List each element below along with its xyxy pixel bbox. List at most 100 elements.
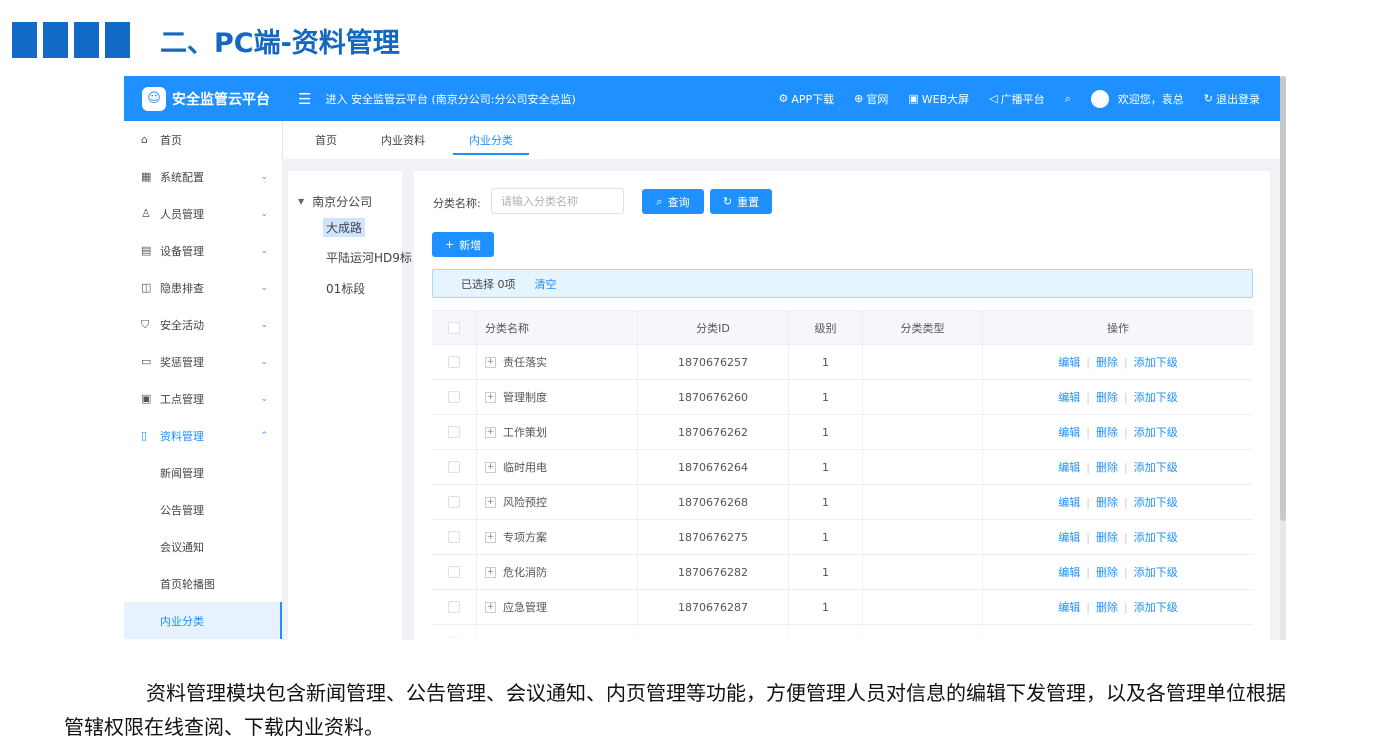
edit-link[interactable]: 编辑 xyxy=(1058,599,1080,615)
row-checkbox[interactable] xyxy=(448,636,460,640)
row-name-cell: + 专项方案 xyxy=(477,520,638,554)
caret-down-icon: ▼ xyxy=(298,197,305,206)
chevron-down-icon: ⌄ xyxy=(260,282,268,293)
broadcast-link[interactable]: ◁ 广播平台 xyxy=(989,91,1044,107)
tab-internal-categories[interactable]: 内业分类 xyxy=(453,121,529,159)
sidebar-subitem-news[interactable]: 新闻管理 xyxy=(124,454,282,491)
expand-plus-icon[interactable]: + xyxy=(485,531,496,543)
delete-link[interactable]: 删除 xyxy=(1096,424,1118,440)
app-download-link[interactable]: ⚙ APP下载 xyxy=(778,91,834,107)
web-screen-link[interactable]: ▣ WEB大屏 xyxy=(908,91,969,107)
query-button[interactable]: ⌕ 查询 xyxy=(642,189,704,214)
row-checkbox[interactable] xyxy=(448,531,460,543)
sidebar-item-home[interactable]: ⌂ 首页 xyxy=(124,121,282,158)
table-row: + 责任落实 1870676257 1 编辑 | 删除 | 添加下级 xyxy=(432,345,1253,380)
brand[interactable]: ☺ 安全监管云平台 xyxy=(124,86,280,111)
expand-plus-icon[interactable]: + xyxy=(485,356,496,368)
sidebar-subitem-carousel[interactable]: 首页轮播图 xyxy=(124,565,282,602)
enter-platform-text: 进入 安全监管云平台 (南京分公司:分公司安全总监) xyxy=(325,92,576,106)
row-checkbox[interactable] xyxy=(448,391,460,403)
category-level: 1 xyxy=(789,485,863,519)
category-name: 责任落实 xyxy=(503,356,547,369)
add-child-link[interactable]: 添加下级 xyxy=(1134,354,1178,370)
delete-link[interactable]: 删除 xyxy=(1096,599,1118,615)
edit-link[interactable]: 编辑 xyxy=(1058,564,1080,580)
category-name: 临时用电 xyxy=(503,461,547,474)
row-checkbox[interactable] xyxy=(448,566,460,578)
row-actions-cell: 编辑 | 删除 | 添加下级 xyxy=(983,380,1253,414)
add-child-link[interactable]: 添加下级 xyxy=(1134,529,1178,545)
page-scrollbar-thumb[interactable] xyxy=(1280,76,1286,521)
tree-node-root[interactable]: ▼ 南京分公司 xyxy=(298,193,372,210)
add-category-button[interactable]: + 新增 xyxy=(432,232,494,257)
menu-toggle-icon[interactable]: ☰ xyxy=(298,90,311,108)
row-level-cell xyxy=(789,625,863,640)
delete-link[interactable]: 删除 xyxy=(1096,564,1118,580)
brand-logo-icon: ☺ xyxy=(142,86,166,111)
row-checkbox[interactable] xyxy=(448,461,460,473)
category-name-input[interactable] xyxy=(491,188,624,214)
expand-plus-icon[interactable]: + xyxy=(485,461,496,473)
add-child-link[interactable]: 添加下级 xyxy=(1134,389,1178,405)
row-checkbox[interactable] xyxy=(448,356,460,368)
logout-button[interactable]: ↻ 退出登录 xyxy=(1204,91,1260,107)
reset-button[interactable]: ↻ 重置 xyxy=(710,189,772,214)
sidebar-subitem-categories[interactable]: 内业分类 xyxy=(124,602,282,639)
delete-link[interactable]: 删除 xyxy=(1096,389,1118,405)
edit-link[interactable]: 编辑 xyxy=(1058,354,1080,370)
tab-internal-docs[interactable]: 内业资料 xyxy=(381,121,425,159)
category-level: 1 xyxy=(789,415,863,449)
tree-node-dachenglu[interactable]: 大成路 xyxy=(323,218,366,237)
top-search-icon[interactable]: ⌕ xyxy=(1065,92,1071,106)
add-child-link[interactable]: 添加下级 xyxy=(1134,424,1178,440)
add-child-link[interactable]: 添加下级 xyxy=(1134,599,1178,615)
divider: | xyxy=(1086,600,1090,614)
edit-link[interactable]: 编辑 xyxy=(1058,389,1080,405)
edit-link[interactable]: 编辑 xyxy=(1058,424,1080,440)
row-checkbox[interactable] xyxy=(448,601,460,613)
add-child-link[interactable]: 添加下级 xyxy=(1134,564,1178,580)
select-all-checkbox[interactable] xyxy=(448,321,460,334)
sidebar-item-rewards[interactable]: ▭ 奖惩管理 ⌄ xyxy=(124,343,282,380)
expand-plus-icon[interactable]: + xyxy=(485,566,496,578)
expand-plus-icon[interactable]: + xyxy=(485,426,496,438)
table-row: + 临时用电 1870676264 1 编辑 | 删除 | 添加下级 xyxy=(432,450,1253,485)
add-child-link[interactable]: 添加下级 xyxy=(1134,494,1178,510)
sidebar-item-documents[interactable]: ▯ 资料管理 ⌃ xyxy=(124,417,282,454)
sidebar-item-worksites[interactable]: ▣ 工点管理 ⌄ xyxy=(124,380,282,417)
sidebar-item-hazards[interactable]: ◫ 隐患排查 ⌄ xyxy=(124,269,282,306)
broadcast-icon: ◁ xyxy=(989,92,998,105)
row-checkbox[interactable] xyxy=(448,426,460,438)
sidebar-subitem-notices[interactable]: 公告管理 xyxy=(124,491,282,528)
delete-link[interactable]: 删除 xyxy=(1096,354,1118,370)
sidebar-item-safety-activities[interactable]: ⛉ 安全活动 ⌄ xyxy=(124,306,282,343)
edit-link[interactable]: 编辑 xyxy=(1058,459,1080,475)
delete-link[interactable]: 删除 xyxy=(1096,494,1118,510)
expand-plus-icon[interactable]: + xyxy=(485,391,496,403)
tree-node-pinglu[interactable]: 平陆运河HD9标 xyxy=(326,249,412,266)
official-site-link[interactable]: ⊕ 官网 xyxy=(854,91,888,107)
tab-home[interactable]: 首页 xyxy=(315,121,337,159)
edit-link[interactable]: 编辑 xyxy=(1058,494,1080,510)
clear-selection-link[interactable]: 清空 xyxy=(535,276,557,292)
expand-plus-icon[interactable]: + xyxy=(485,496,496,508)
expand-plus-icon[interactable]: + xyxy=(485,601,496,613)
user-menu[interactable]: 欢迎您，袁总 xyxy=(1090,89,1184,108)
table-row: + 工作策划 1870676262 1 编辑 | 删除 | 添加下级 xyxy=(432,415,1253,450)
table-row: + 危化消防 1870676282 1 编辑 | 删除 | 添加下级 xyxy=(432,555,1253,590)
sidebar-item-system-config[interactable]: ▦ 系统配置 ⌄ xyxy=(124,158,282,195)
row-checkbox[interactable] xyxy=(448,496,460,508)
add-child-link[interactable]: 添加下级 xyxy=(1134,459,1178,475)
sidebar-item-devices[interactable]: ▤ 设备管理 ⌄ xyxy=(124,232,282,269)
edit-link[interactable]: 编辑 xyxy=(1058,529,1080,545)
tree-node-01[interactable]: 01标段 xyxy=(326,280,365,297)
new-label: 新增 xyxy=(459,238,482,252)
sidebar-item-label: 工点管理 xyxy=(160,392,204,406)
sidebar-item-label: 奖惩管理 xyxy=(160,355,204,369)
globe-icon: ⊕ xyxy=(854,92,864,105)
sidebar-subitem-meetings[interactable]: 会议通知 xyxy=(124,528,282,565)
sidebar-item-personnel[interactable]: ♙ 人员管理 ⌄ xyxy=(124,195,282,232)
delete-link[interactable]: 删除 xyxy=(1096,529,1118,545)
delete-link[interactable]: 删除 xyxy=(1096,459,1118,475)
row-name-cell: + 责任落实 xyxy=(477,345,638,379)
